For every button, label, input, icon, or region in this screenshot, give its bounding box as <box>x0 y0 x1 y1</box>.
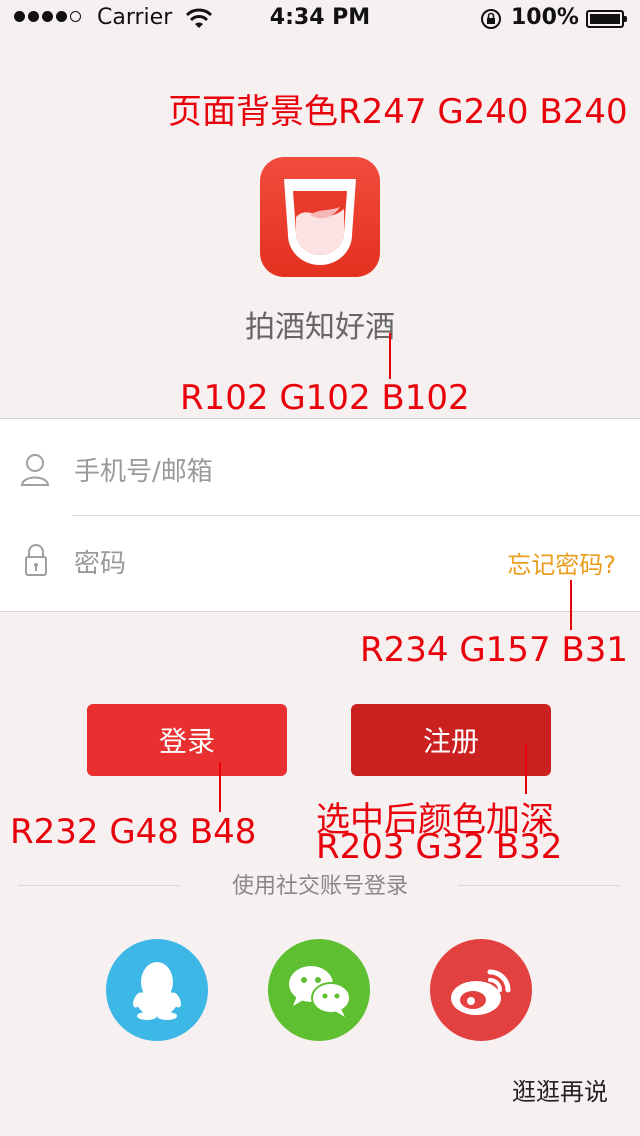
wine-glass-icon <box>284 179 356 265</box>
username-field[interactable] <box>72 451 496 493</box>
annotation-forgot-color: R234 G157 B31 <box>360 630 628 670</box>
wechat-icon <box>289 966 351 1017</box>
wechat-login-button[interactable] <box>268 939 370 1041</box>
annotation-leader-line <box>219 762 221 812</box>
field-divider <box>72 515 640 516</box>
status-bar: Carrier 4:34 PM 100% <box>0 0 640 40</box>
login-button[interactable]: 登录 <box>87 704 287 776</box>
weibo-login-button[interactable] <box>430 939 532 1041</box>
skip-link[interactable]: 逛逛再说 <box>512 1072 608 1107</box>
weibo-icon <box>451 969 511 1015</box>
password-field[interactable] <box>72 543 456 585</box>
annotation-leader-line <box>570 580 572 630</box>
annotation-leader-line <box>525 744 527 794</box>
annotation-name-color: R102 G102 B102 <box>180 378 470 418</box>
qq-login-button[interactable] <box>106 939 208 1041</box>
app-logo <box>260 157 380 277</box>
annotation-register-color: R203 G32 B32 <box>316 827 563 867</box>
register-button[interactable]: 注册 <box>351 704 551 776</box>
login-form: 忘记密码? <box>0 418 640 612</box>
forgot-password-link[interactable]: 忘记密码? <box>507 545 616 580</box>
battery-icon <box>586 10 627 28</box>
social-login-prompt: 使用社交账号登录 <box>231 874 408 899</box>
app-name: 拍酒知好酒 <box>245 310 395 345</box>
lock-icon <box>25 544 47 576</box>
annotation-bg-color: 页面背景色R247 G240 B240 <box>168 92 628 132</box>
qq-icon <box>133 962 181 1020</box>
annotation-login-color: R232 G48 B48 <box>10 812 257 852</box>
user-icon <box>20 454 50 486</box>
battery-percentage: 100% <box>511 5 579 30</box>
rotation-lock-icon <box>481 9 501 29</box>
annotation-leader-line <box>389 333 391 379</box>
